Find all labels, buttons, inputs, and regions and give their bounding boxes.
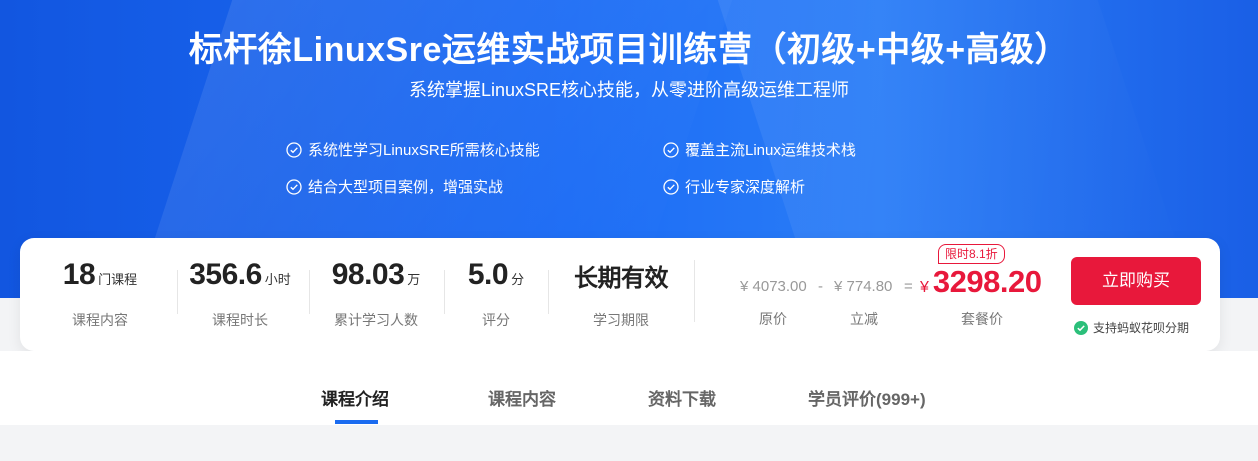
discount-amount: ¥ 774.80 bbox=[834, 278, 893, 295]
feature-label: 覆盖主流Linux运维技术栈 bbox=[685, 142, 856, 159]
tab-reviews[interactable]: 学员评价(999+) bbox=[808, 385, 926, 410]
divider bbox=[444, 270, 445, 314]
original-price-label: 原价 bbox=[759, 311, 787, 327]
stat-validity: 长期有效 学习期限 bbox=[556, 238, 686, 351]
discount-label: 立减 bbox=[850, 311, 878, 327]
feature-label: 结合大型项目案例，增强实战 bbox=[308, 179, 504, 196]
stat-duration: 356.6 小时 课程时长 bbox=[175, 238, 305, 351]
divider bbox=[694, 260, 695, 322]
installment-note: 支持蚂蚁花呗分期 bbox=[1074, 319, 1189, 336]
stat-label: 评分 bbox=[482, 312, 510, 328]
stat-learners: 98.03 万 累计学习人数 bbox=[316, 238, 436, 351]
stat-unit: 万 bbox=[407, 272, 421, 287]
divider bbox=[309, 270, 310, 314]
tab-content[interactable]: 课程内容 bbox=[488, 385, 556, 410]
stat-rating: 5.0 分 评分 bbox=[446, 238, 546, 351]
original-price: ¥ 4073.00 bbox=[740, 278, 807, 295]
minus-sign: - bbox=[818, 278, 823, 295]
tab-intro[interactable]: 课程介绍 bbox=[321, 385, 389, 410]
feature-item: 系统性学习LinuxSRE所需核心技能 bbox=[286, 139, 540, 160]
stat-value: 18 bbox=[62, 258, 96, 291]
stat-unit: 分 bbox=[511, 272, 525, 287]
check-circle-filled-icon bbox=[1074, 320, 1088, 335]
check-circle-icon bbox=[663, 141, 679, 158]
stat-courses: 18 门课程 课程内容 bbox=[40, 238, 160, 351]
buy-now-button[interactable]: 立即购买 bbox=[1071, 257, 1201, 305]
stat-unit: 门课程 bbox=[98, 272, 138, 287]
feature-label: 系统性学习LinuxSRE所需核心技能 bbox=[308, 142, 540, 159]
feature-item: 覆盖主流Linux运维技术栈 bbox=[663, 139, 856, 160]
stat-unit: 小时 bbox=[264, 272, 291, 287]
stat-label: 课程内容 bbox=[72, 312, 128, 328]
tab-downloads[interactable]: 资料下载 bbox=[648, 385, 716, 410]
stat-label: 学习期限 bbox=[593, 312, 649, 328]
currency-symbol: ¥ bbox=[920, 279, 929, 296]
check-circle-icon bbox=[286, 178, 302, 195]
check-circle-icon bbox=[663, 178, 679, 195]
course-info-card: 18 门课程 课程内容 356.6 小时 课程时长 98.03 万 累计学习人数 5.… bbox=[20, 238, 1220, 351]
discount-tag: 限时8.1折 bbox=[938, 244, 1005, 264]
stat-value: 5.0 bbox=[467, 258, 509, 291]
page-subtitle: 系统掌握LinuxSRE核心技能，从零进阶高级运维工程师 bbox=[408, 80, 850, 100]
stat-label: 累计学习人数 bbox=[334, 312, 418, 328]
equals-sign: = bbox=[904, 278, 913, 295]
stat-value: 98.03 bbox=[331, 258, 405, 291]
installment-label: 支持蚂蚁花呗分期 bbox=[1093, 321, 1190, 335]
check-circle-icon bbox=[286, 141, 302, 158]
stat-value: 长期有效 bbox=[574, 265, 669, 292]
page-title: 标杆徐LinuxSre运维实战项目训练营（初级+中级+高级） bbox=[188, 31, 1070, 69]
final-price-amount: 3298.20 bbox=[932, 264, 1042, 299]
feature-label: 行业专家深度解析 bbox=[685, 179, 806, 196]
final-price-label: 套餐价 bbox=[961, 311, 1003, 327]
feature-item: 行业专家深度解析 bbox=[663, 176, 805, 197]
active-tab-indicator bbox=[335, 420, 378, 424]
stat-label: 课程时长 bbox=[212, 312, 268, 328]
stat-value: 356.6 bbox=[189, 258, 262, 291]
feature-item: 结合大型项目案例，增强实战 bbox=[286, 176, 503, 197]
course-tabs: 课程介绍 课程内容 资料下载 学员评价(999+) bbox=[0, 351, 1258, 425]
divider bbox=[548, 270, 549, 314]
final-price: ¥3298.20 bbox=[920, 264, 1042, 300]
